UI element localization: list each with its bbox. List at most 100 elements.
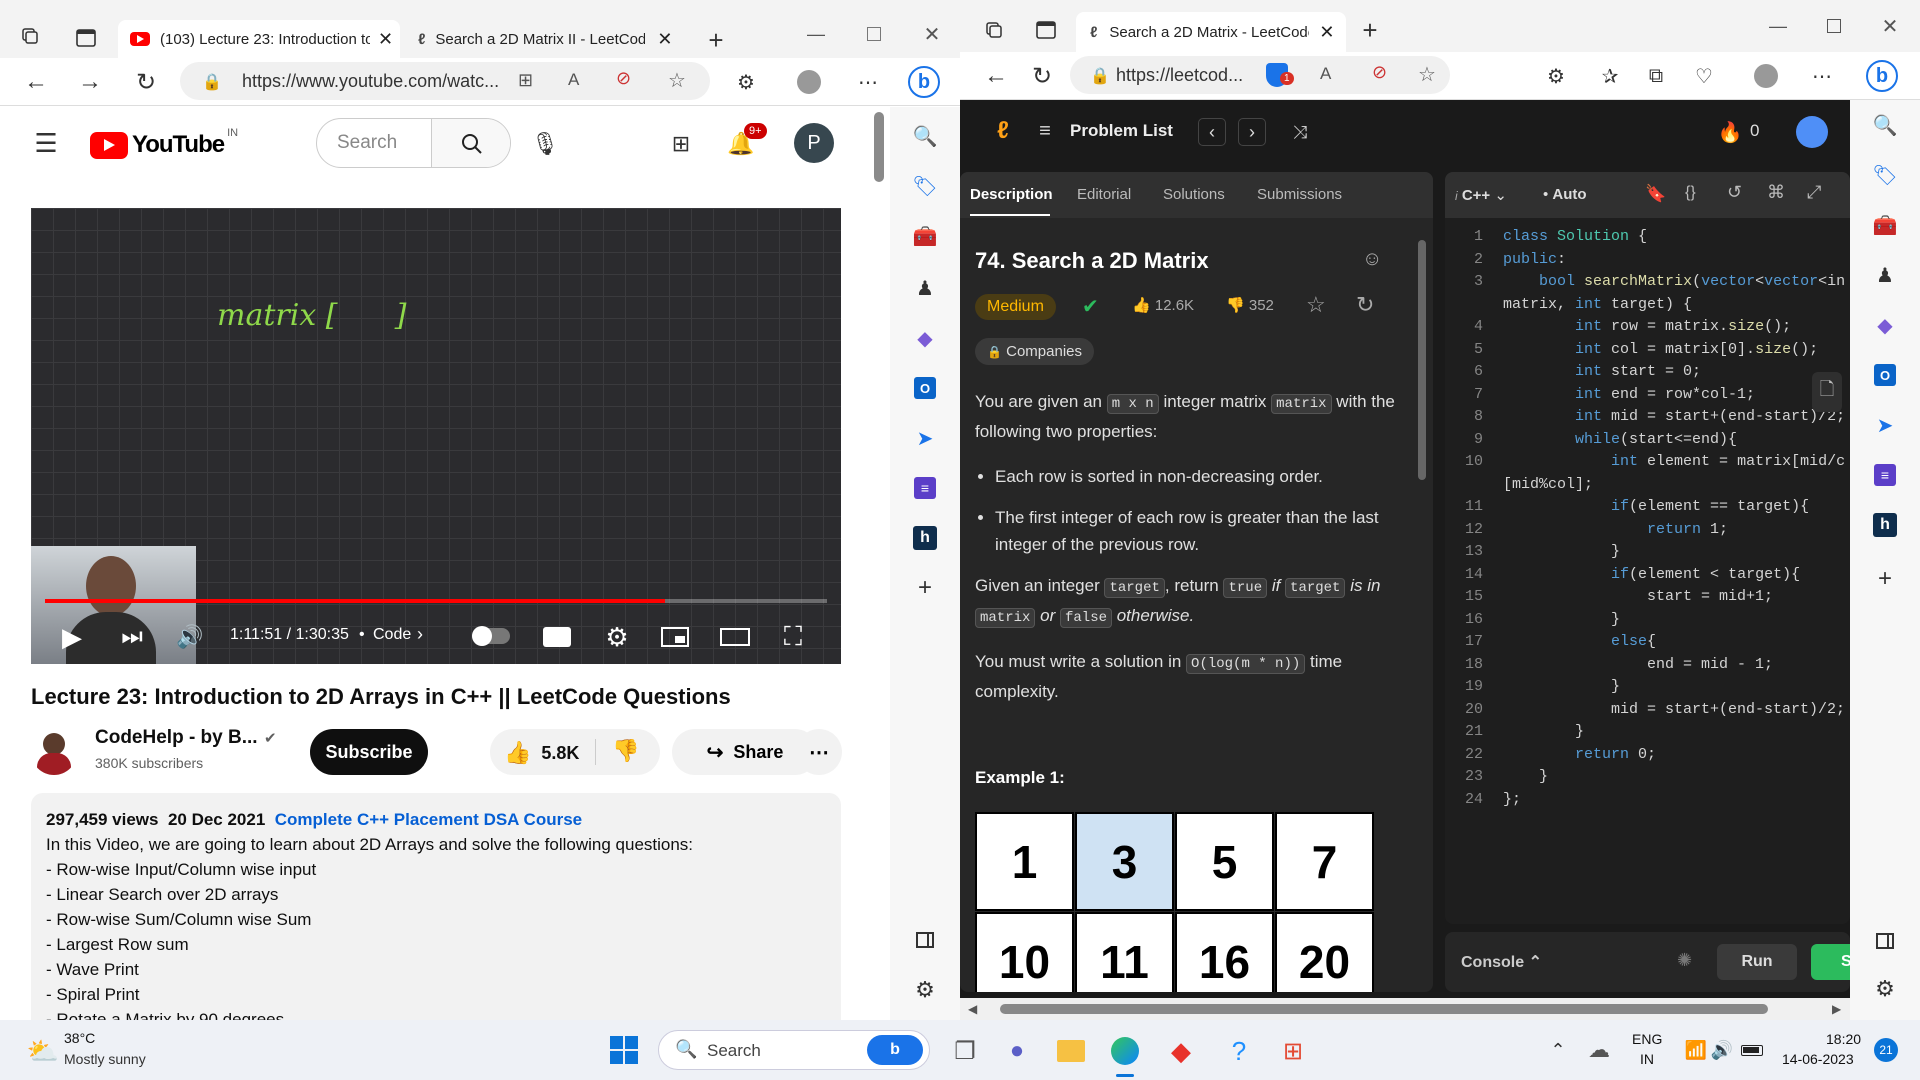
more-icon[interactable]: ⋯ — [1806, 60, 1838, 92]
maximize-icon[interactable] — [858, 18, 890, 50]
task-view-icon[interactable]: ❐ — [948, 1034, 982, 1068]
settings-icon[interactable]: ⚙ — [601, 622, 633, 652]
code-line[interactable]: 21 } — [1445, 721, 1850, 744]
page-scrollbar[interactable] — [874, 112, 884, 182]
profile-icon[interactable] — [1750, 60, 1782, 92]
code-line[interactable]: 24}; — [1445, 789, 1850, 812]
lists-icon[interactable]: ≡ — [1870, 460, 1900, 490]
settings-icon[interactable]: ⚙ — [910, 975, 940, 1005]
clock-date[interactable]: 14-06-2023 — [1782, 1051, 1854, 1067]
taskbar-search[interactable]: 🔍 Search b — [658, 1030, 930, 1070]
code-line[interactable]: 10 int element = matrix[mid/c — [1445, 451, 1850, 474]
hashnode-icon[interactable]: h — [910, 523, 940, 553]
star-icon[interactable]: ☆ — [1306, 292, 1326, 318]
problem-list-icon[interactable]: ≡ — [1030, 116, 1060, 146]
new-tab-icon[interactable]: + — [700, 24, 732, 56]
description-box[interactable]: 297,459 views 20 Dec 2021 Complete C++ P… — [31, 793, 841, 1020]
performance-icon[interactable]: ♡ — [1688, 60, 1720, 92]
tracking-icon[interactable]: ⊘ — [616, 68, 631, 89]
search-button[interactable] — [431, 119, 510, 167]
tab-solutions[interactable]: Solutions — [1163, 186, 1225, 203]
volume-icon[interactable]: 🔊 — [1710, 1036, 1734, 1064]
weather-desc[interactable]: Mostly sunny — [64, 1051, 146, 1067]
send-icon[interactable]: ➤ — [1870, 410, 1900, 440]
subtitles-icon[interactable] — [541, 622, 573, 652]
bing-icon[interactable]: b — [1864, 58, 1900, 94]
tab-youtube[interactable]: (103) Lecture 23: Introduction to ✕ — [118, 20, 400, 58]
streak-icon[interactable]: 🔥 — [1716, 118, 1744, 146]
channel-name[interactable]: CodeHelp - by B... — [95, 727, 258, 749]
office-icon[interactable]: ◆ — [910, 323, 940, 353]
shopping-icon[interactable]: 🏷 — [1870, 160, 1900, 190]
code-line[interactable]: 3 bool searchMatrix(vector<vector<in — [1445, 271, 1850, 294]
edge-icon[interactable] — [1108, 1034, 1142, 1068]
close-icon[interactable]: ✕ — [378, 29, 393, 50]
shopping-icon[interactable]: 🏷 — [910, 171, 940, 201]
subscribe-button[interactable]: Subscribe — [310, 729, 428, 775]
code-line[interactable]: 22 return 0; — [1445, 744, 1850, 767]
refresh-icon[interactable]: ↻ — [130, 66, 162, 98]
theater-mode-icon[interactable] — [719, 622, 751, 652]
send-icon[interactable]: ➤ — [910, 423, 940, 453]
youtube-logo[interactable]: YouTube IN — [90, 127, 238, 159]
code-line[interactable]: 7 int end = row*col-1; — [1445, 384, 1850, 407]
chapter-label[interactable]: Code — [373, 626, 411, 644]
code-line[interactable]: 12 return 1; — [1445, 519, 1850, 542]
tools-icon[interactable]: 🧰 — [1870, 210, 1900, 240]
description-scrollbar[interactable] — [1418, 240, 1426, 480]
next-problem-icon[interactable]: › — [1238, 118, 1266, 146]
outlook-icon[interactable]: O — [910, 373, 940, 403]
run-button[interactable]: Run — [1717, 944, 1797, 980]
language-top[interactable]: ENG — [1632, 1031, 1662, 1047]
code-line[interactable]: 20 mid = start+(end-start)/2; — [1445, 699, 1850, 722]
microphone-icon[interactable]: 🎙 — [528, 127, 562, 161]
favorite-icon[interactable]: ☆ — [668, 68, 686, 93]
code-line[interactable]: matrix, int target) { — [1445, 294, 1850, 317]
read-aloud-icon[interactable]: A — [568, 70, 579, 90]
menu-icon[interactable]: ☰ — [30, 127, 62, 159]
bookmark-icon[interactable]: 🔖 — [1645, 184, 1666, 204]
auto-mode[interactable]: • Auto — [1543, 186, 1587, 203]
collections-icon[interactable]: ⧉ — [1640, 60, 1672, 92]
workspaces-icon[interactable] — [18, 24, 42, 48]
minimize-icon[interactable]: — — [800, 18, 832, 50]
favorites-icon[interactable]: ✰ — [1594, 60, 1626, 92]
share-icon[interactable]: ↻ — [1356, 292, 1374, 318]
channel-avatar[interactable] — [31, 729, 77, 775]
debug-icon[interactable]: ✺ — [1677, 950, 1692, 971]
prev-problem-icon[interactable]: ‹ — [1198, 118, 1226, 146]
anydesk-icon[interactable]: ◆ — [1164, 1034, 1198, 1068]
code-line[interactable]: 4 int row = matrix.size(); — [1445, 316, 1850, 339]
code-line[interactable]: [mid%col]; — [1445, 474, 1850, 497]
chat-icon[interactable]: ● — [1000, 1034, 1034, 1068]
search-icon[interactable]: 🔍 — [910, 121, 940, 151]
user-avatar[interactable] — [1796, 116, 1828, 148]
add-icon[interactable]: + — [910, 573, 940, 603]
file-explorer-icon[interactable] — [1054, 1034, 1088, 1068]
close-window-icon[interactable]: ✕ — [916, 18, 948, 50]
profile-icon[interactable] — [793, 66, 825, 98]
games-icon[interactable]: ♟ — [1870, 260, 1900, 290]
code-line[interactable]: 1 class Solution { — [1445, 226, 1850, 249]
expand-icon[interactable]: ⤢ — [1807, 182, 1821, 203]
bing-icon[interactable]: b — [906, 64, 942, 100]
extensions-icon[interactable]: ⚙ — [1540, 60, 1572, 92]
refresh-icon[interactable]: ↻ — [1026, 60, 1058, 92]
onedrive-icon[interactable]: ☁ — [1584, 1036, 1614, 1064]
search-input[interactable]: Search — [337, 132, 397, 154]
tab-leetcode[interactable]: ℓ Search a 2D Matrix - LeetCode ✕ — [1076, 12, 1346, 52]
more-icon[interactable]: ⋯ — [852, 66, 884, 98]
office-icon[interactable]: ◆ — [1870, 310, 1900, 340]
code-line[interactable]: 19 } — [1445, 676, 1850, 699]
progress-bar[interactable] — [45, 599, 827, 603]
code-line[interactable]: 9 while(start<=end){ — [1445, 429, 1850, 452]
forward-icon[interactable]: → — [74, 66, 106, 98]
hashnode-icon[interactable]: h — [1870, 510, 1900, 540]
back-icon[interactable]: ← — [980, 60, 1012, 92]
workspaces-icon[interactable] — [982, 18, 1006, 42]
games-icon[interactable]: ♟ — [910, 273, 940, 303]
code-line[interactable]: 18 end = mid - 1; — [1445, 654, 1850, 677]
copy-icon[interactable]: 🗋 — [1812, 372, 1842, 412]
tab-description[interactable]: Description — [970, 186, 1053, 203]
fullscreen-icon[interactable]: ⛶ — [777, 621, 809, 652]
